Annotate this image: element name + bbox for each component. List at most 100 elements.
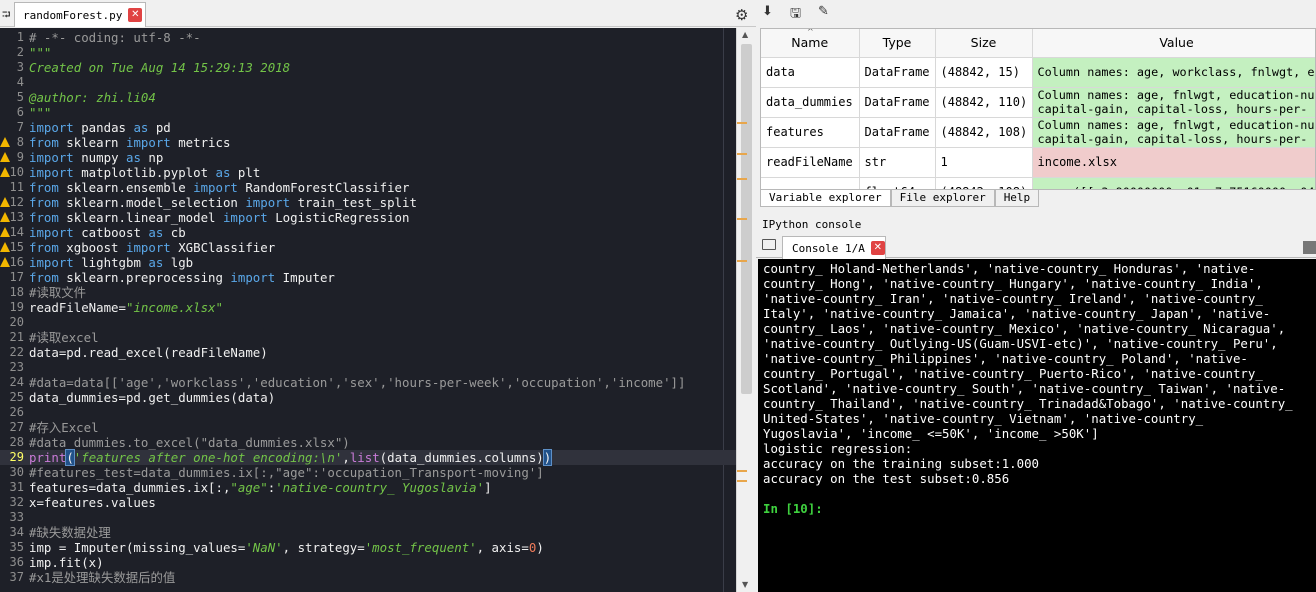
- code-token: #data=data[['age','workclass','education…: [29, 375, 686, 390]
- code-text: imp.fit(x): [29, 555, 104, 570]
- code-line[interactable]: 3 Created on Tue Aug 14 15:29:13 2018: [0, 60, 736, 75]
- code-line[interactable]: 13 from sklearn.linear_model import Logis…: [0, 210, 736, 225]
- code-line[interactable]: 12 from sklearn.model_selection import tr…: [0, 195, 736, 210]
- variable-value[interactable]: Column names: age, fnlwgt, education-num…: [1032, 87, 1315, 118]
- code-line[interactable]: 2 """: [0, 45, 736, 60]
- code-line[interactable]: 34 #缺失数据处理: [0, 525, 736, 540]
- variable-size[interactable]: (48842, 108): [935, 177, 1033, 189]
- tab-help[interactable]: Help: [994, 190, 1040, 207]
- gear-icon[interactable]: ⚙: [735, 6, 748, 24]
- save-data-icon[interactable]: 🖫: [790, 4, 801, 26]
- variable-row[interactable]: xfloat64(48842, 108) array([[ 3.90000000e…: [761, 177, 1315, 189]
- save-as-icon[interactable]: ✎: [818, 4, 829, 19]
- variable-row[interactable]: data_dummies DataFrame (48842, 110) Column …: [761, 87, 1315, 118]
- variable-value[interactable]: income.xlsx: [1032, 147, 1315, 178]
- code-line[interactable]: 27 #存入Excel: [0, 420, 736, 435]
- variable-name[interactable]: readFileName: [761, 147, 860, 178]
- variable-value[interactable]: Column names: age, workclass, fnlwgt, ed…: [1032, 57, 1315, 88]
- console-prompt[interactable]: In [10]:: [763, 501, 1316, 516]
- code-line[interactable]: 20: [0, 315, 736, 330]
- variable-row[interactable]: features DataFrame (48842, 108) Column name…: [761, 117, 1316, 148]
- tab-variable-explorer[interactable]: Variable explorer: [760, 190, 891, 207]
- code-line[interactable]: 16 import lightgbm as lgb: [0, 255, 736, 270]
- variable-row[interactable]: readFileName str 1 income.xlsx: [761, 147, 1315, 178]
- column-header-name[interactable]: ^ Name: [761, 29, 860, 58]
- code-line[interactable]: 36 imp.fit(x): [0, 555, 736, 570]
- code-token: import: [29, 255, 74, 270]
- code-line[interactable]: 11 from sklearn.ensemble import RandomFor…: [0, 180, 736, 195]
- code-line[interactable]: 10 import matplotlib.pyplot as plt: [0, 165, 736, 180]
- variable-size[interactable]: (48842, 108): [935, 117, 1033, 148]
- code-line[interactable]: 1 # -*- coding: utf-8 -*-: [0, 30, 736, 45]
- code-line[interactable]: 5 @author: zhi.li04: [0, 90, 736, 105]
- code-line[interactable]: 7 import pandas as pd: [0, 120, 736, 135]
- variable-value[interactable]: Column names: age, fnlwgt, education-num…: [1032, 117, 1316, 148]
- variable-name[interactable]: data_dummies: [761, 87, 860, 118]
- code-line[interactable]: 23: [0, 360, 736, 375]
- code-line[interactable]: 35 imp = Imputer(missing_values='NaN', st…: [0, 540, 736, 555]
- code-line[interactable]: 37 #x1是处理缺失数据后的值: [0, 570, 736, 585]
- code-line[interactable]: 18 #读取文件: [0, 285, 736, 300]
- variable-type[interactable]: DataFrame: [859, 87, 936, 118]
- console-output-line: Scotland', 'native-country_ South', 'nat…: [763, 381, 1286, 396]
- code-line[interactable]: 8 from sklearn import metrics: [0, 135, 736, 150]
- editor-scrollbar[interactable]: ▲ ▼: [736, 28, 756, 592]
- code-line[interactable]: 9 import numpy as np: [0, 150, 736, 165]
- variable-size[interactable]: (48842, 110): [935, 87, 1033, 118]
- editor-tab-randomforest[interactable]: randomForest.py ✕: [14, 2, 146, 27]
- code-editor[interactable]: 1 # -*- coding: utf-8 -*- 2 """ 3 Created on …: [0, 28, 736, 592]
- console-options-icon[interactable]: [1303, 241, 1316, 254]
- code-line[interactable]: 28 #data_dummies.to_excel("data_dummies.x…: [0, 435, 736, 450]
- code-token: @author: zhi.li04: [29, 90, 156, 105]
- line-number: 6: [16, 105, 24, 119]
- variable-value-line: Column names: age, fnlwgt, education-num…: [1037, 118, 1316, 132]
- console-output[interactable]: country_ Holand-Netherlands', 'native-co…: [758, 259, 1316, 592]
- variable-type[interactable]: DataFrame: [859, 117, 936, 148]
- console-tab-label: Console 1/A: [792, 241, 865, 255]
- column-header-type[interactable]: Type: [859, 29, 936, 58]
- variable-size[interactable]: 1: [935, 147, 1033, 178]
- scroll-down-arrow-icon[interactable]: ▼: [742, 580, 748, 589]
- console-output-line: country_ Laos', 'native-country_ Mexico'…: [763, 321, 1286, 336]
- code-text: Created on Tue Aug 14 15:29:13 2018: [29, 60, 290, 75]
- variable-name[interactable]: x: [761, 177, 860, 189]
- code-line[interactable]: 6 """: [0, 105, 736, 120]
- column-header-value[interactable]: Value: [1032, 29, 1315, 58]
- variable-size[interactable]: (48842, 15): [935, 57, 1033, 88]
- code-line[interactable]: 19 readFileName="income.xlsx": [0, 300, 736, 315]
- close-tab-icon[interactable]: ✕: [128, 8, 143, 22]
- code-token: 'most_frequent': [364, 540, 477, 555]
- tab-file-explorer[interactable]: File explorer: [890, 190, 995, 207]
- code-line[interactable]: 17 from sklearn.preprocessing import Impu…: [0, 270, 736, 285]
- code-line[interactable]: 14 import catboost as cb: [0, 225, 736, 240]
- code-token: import: [29, 150, 74, 165]
- close-console-icon[interactable]: ✕: [870, 241, 885, 255]
- code-line[interactable]: 25 data_dummies=pd.get_dummies(data): [0, 390, 736, 405]
- variable-row[interactable]: data DataFrame (48842, 15) Column names: ag…: [761, 57, 1315, 88]
- code-line[interactable]: 30 #features_test=data_dummies.ix[:,"age"…: [0, 465, 736, 480]
- variable-type[interactable]: float64: [859, 177, 936, 189]
- variable-name[interactable]: features: [761, 117, 860, 148]
- scroll-up-arrow-icon[interactable]: ▲: [742, 30, 748, 39]
- code-line[interactable]: 21 #读取excel: [0, 330, 736, 345]
- code-line[interactable]: 31 features=data_dummies.ix[:,"age":'nati…: [0, 480, 736, 495]
- console-tab-1a[interactable]: Console 1/A ✕: [782, 236, 886, 259]
- code-line[interactable]: 4: [0, 75, 736, 90]
- code-line[interactable]: 26: [0, 405, 736, 420]
- editor-tab-label: randomForest.py: [23, 8, 123, 22]
- code-line[interactable]: 32 x=features.values: [0, 495, 736, 510]
- variable-type[interactable]: str: [859, 147, 936, 178]
- code-line[interactable]: 33: [0, 510, 736, 525]
- code-line[interactable]: 22 data=pd.read_excel(readFileName): [0, 345, 736, 360]
- code-line[interactable]: 15 from xgboost import XGBClassifier: [0, 240, 736, 255]
- folder-icon[interactable]: [762, 239, 776, 250]
- code-text: imp = Imputer(missing_values='NaN', stra…: [29, 540, 544, 555]
- variable-table[interactable]: ^ Name Type Size Value data DataFrame (4884…: [760, 28, 1316, 190]
- variable-type[interactable]: DataFrame: [859, 57, 936, 88]
- variable-value[interactable]: array([[ 3.90000000e+01, 7.75160000e+04,…: [1032, 177, 1315, 189]
- variable-name[interactable]: data: [761, 57, 860, 88]
- code-line[interactable]: 29 print('features after one-hot encoding…: [0, 449, 736, 466]
- column-header-size[interactable]: Size: [935, 29, 1033, 58]
- code-line[interactable]: 24 #data=data[['age','workclass','educati…: [0, 375, 736, 390]
- import-data-icon[interactable]: ⬇: [762, 4, 773, 19]
